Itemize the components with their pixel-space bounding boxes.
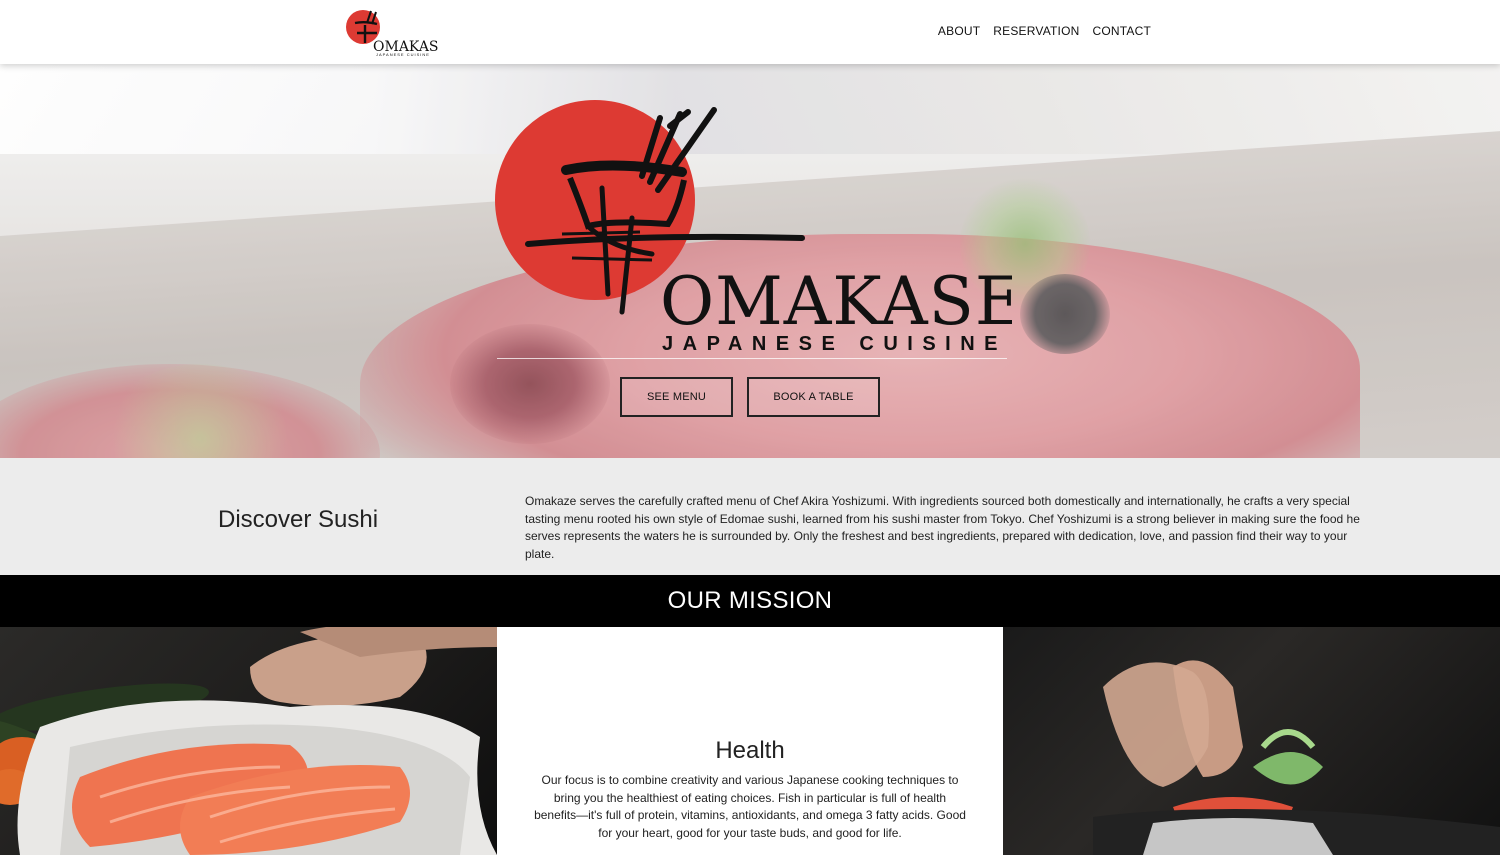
hero-divider — [497, 358, 1007, 359]
discover-section: Discover Sushi Omakaze serves the carefu… — [0, 458, 1500, 575]
nav-reservation-link[interactable]: RESERVATION — [993, 24, 1079, 38]
mission-header: OUR MISSION — [0, 575, 1500, 627]
health-text: Our focus is to combine creativity and v… — [534, 773, 966, 840]
health-title: Health — [715, 737, 785, 764]
mission-title: OUR MISSION — [667, 587, 833, 614]
discover-title: Discover Sushi — [218, 506, 379, 533]
hero-logo-wordmark: OMAKASE — [660, 263, 1012, 340]
salmon-fillet-photo — [0, 627, 497, 855]
hero-logo: OMAKASE JAPANESE CUISINE — [492, 98, 1023, 360]
health-card: Health Our focus is to combine creativit… — [497, 627, 1003, 855]
sushi-garnish-photo — [1003, 627, 1500, 855]
nav-logo-tagline: JAPANESE CUISINE — [376, 52, 430, 57]
hero-logo-tagline: JAPANESE CUISINE — [662, 333, 1007, 355]
hero-section: OMAKASE JAPANESE CUISINE SEE MENU BOOK A… — [0, 64, 1500, 458]
book-a-table-button[interactable]: BOOK A TABLE — [747, 377, 880, 417]
see-menu-button[interactable]: SEE MENU — [620, 377, 733, 417]
navbar: OMAKASE JAPANESE CUISINE ABOUT RESERVATI… — [0, 0, 1500, 64]
nav-logo[interactable]: OMAKASE JAPANESE CUISINE — [343, 9, 449, 57]
nav-links: ABOUT RESERVATION CONTACT — [938, 24, 1151, 38]
nav-contact-link[interactable]: CONTACT — [1092, 24, 1151, 38]
discover-text: Omakaze serves the carefully crafted men… — [525, 494, 1360, 561]
nav-about-link[interactable]: ABOUT — [938, 24, 980, 38]
